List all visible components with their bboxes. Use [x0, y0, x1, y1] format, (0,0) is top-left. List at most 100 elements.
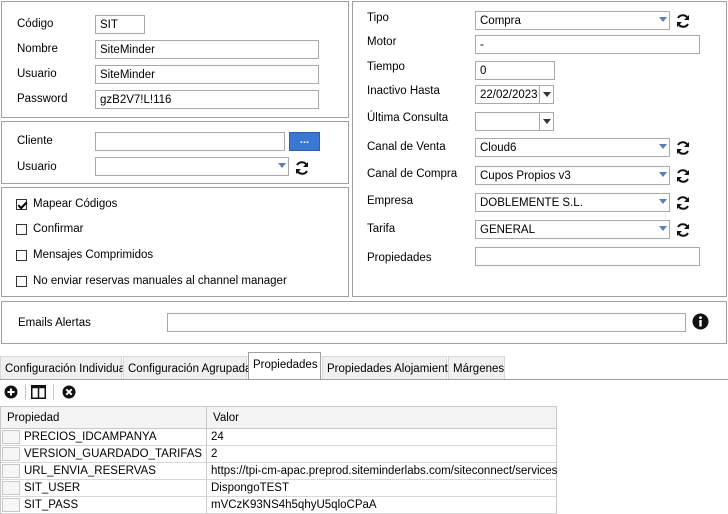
header-valor[interactable]: Valor: [213, 407, 239, 428]
table-row[interactable]: VERSION_GUARDADO_TARIFAS 2: [1, 446, 556, 463]
cell-valor[interactable]: 2: [211, 446, 217, 462]
emails-panel: Emails Alertas: [1, 301, 727, 344]
tipo-select[interactable]: Compra: [475, 11, 670, 30]
confirmar-checkbox[interactable]: [16, 224, 27, 235]
row-selector[interactable]: [2, 481, 20, 495]
codigo-label: Código: [17, 18, 54, 30]
chevron-down-icon: [659, 199, 667, 204]
tab-propiedades[interactable]: Propiedades: [248, 352, 321, 379]
header-propiedad[interactable]: Propiedad: [7, 407, 59, 428]
table-row[interactable]: SIT_USER DispongoTEST: [1, 480, 556, 497]
cliente-field[interactable]: [95, 132, 285, 151]
mensajes-checkbox[interactable]: [16, 250, 27, 261]
row-selector[interactable]: [2, 464, 20, 478]
codigo-field[interactable]: SIT: [95, 15, 145, 34]
account-panel: Código SIT Nombre SiteMinder Usuario Sit…: [1, 1, 349, 118]
cell-propiedad[interactable]: URL_ENVIA_RESERVAS: [24, 463, 156, 479]
cell-propiedad[interactable]: PRECIOS_IDCAMPANYA: [24, 429, 157, 445]
row-selector[interactable]: [2, 430, 20, 444]
mensajes-label: Mensajes Comprimidos: [33, 249, 154, 261]
mapear-label: Mapear Códigos: [33, 198, 118, 210]
cell-valor[interactable]: 24: [211, 429, 224, 445]
tab-propiedades-alojamiento[interactable]: Propiedades Alojamiento: [322, 356, 454, 379]
canal-venta-label: Canal de Venta: [367, 141, 446, 153]
row-selector[interactable]: [2, 498, 20, 512]
client-usuario-select[interactable]: [95, 157, 289, 176]
cell-divider: [206, 463, 207, 479]
chevron-down-icon: [278, 163, 286, 168]
canal-compra-label: Canal de Compra: [367, 168, 458, 180]
confirmar-label: Confirmar: [33, 223, 84, 235]
mapear-checkbox[interactable]: [16, 199, 27, 210]
ultima-date-picker[interactable]: [475, 112, 554, 131]
no-enviar-checkbox[interactable]: [16, 276, 27, 287]
propiedades-label: Propiedades: [367, 252, 432, 264]
canal-venta-value: Cloud6: [480, 142, 517, 154]
refresh-canal-venta-icon[interactable]: [675, 140, 691, 156]
info-icon[interactable]: [692, 313, 709, 330]
motor-field[interactable]: -: [475, 35, 700, 54]
canal-compra-select[interactable]: Cupos Propios v3: [475, 166, 670, 185]
table-row[interactable]: URL_ENVIA_RESERVAS https://tpi-cm-apac.pr…: [1, 463, 557, 480]
usuario-field[interactable]: SiteMinder: [95, 65, 319, 84]
cell-propiedad[interactable]: VERSION_GUARDADO_TARIFAS: [24, 446, 202, 462]
nombre-label: Nombre: [17, 43, 58, 55]
cell-propiedad[interactable]: SIT_PASS: [24, 497, 78, 513]
properties-grid: Propiedad Valor PRECIOS_IDCAMPANYA 24 VERS…: [0, 406, 557, 514]
propiedades-field[interactable]: [475, 247, 700, 266]
tarifa-select[interactable]: GENERAL: [475, 220, 670, 239]
settings-panel: Tipo Compra Motor - Tiempo 0 Inactivo Ha…: [352, 1, 727, 297]
cliente-label: Cliente: [17, 135, 53, 147]
cell-divider: [206, 497, 207, 513]
client-usuario-label: Usuario: [17, 161, 57, 173]
cell-divider: [206, 480, 207, 496]
row-selector[interactable]: [2, 447, 20, 461]
grid-header: Propiedad Valor: [1, 407, 556, 429]
calendar-dropdown-icon[interactable]: [539, 86, 553, 103]
refresh-tipo-icon[interactable]: [675, 13, 691, 29]
delete-icon[interactable]: [62, 385, 76, 399]
nombre-field[interactable]: SiteMinder: [95, 40, 319, 59]
emails-field[interactable]: [167, 313, 686, 332]
inactivo-label: Inactivo Hasta: [367, 85, 440, 97]
canal-compra-value: Cupos Propios v3: [480, 170, 571, 182]
empresa-label: Empresa: [367, 195, 414, 207]
tab-configuracion-agrupada[interactable]: Configuración Agrupada: [123, 356, 251, 379]
options-panel: Mapear Códigos Confirmar Mensajes Compri…: [1, 187, 349, 297]
tipo-label: Tipo: [367, 12, 389, 24]
motor-label: Motor: [367, 36, 397, 48]
toolbar-separator: [25, 384, 26, 400]
refresh-tarifa-icon[interactable]: [675, 222, 691, 238]
browse-cliente-button[interactable]: ...: [289, 132, 320, 151]
refresh-canal-compra-icon[interactable]: [675, 168, 691, 184]
columns-icon[interactable]: [31, 385, 46, 399]
header-divider: [206, 407, 207, 428]
inactivo-date-picker[interactable]: 22/02/2023: [475, 85, 554, 104]
tipo-value: Compra: [480, 15, 521, 27]
inactivo-value: 22/02/2023: [480, 89, 538, 101]
password-field[interactable]: gzB2V7!L!116: [95, 90, 319, 109]
canal-venta-select[interactable]: Cloud6: [475, 138, 670, 157]
cell-valor[interactable]: mVCzK93NS4h5qhyU5qloCPaA: [211, 497, 377, 513]
password-label: Password: [17, 93, 68, 105]
empresa-select[interactable]: DOBLEMENTE S.L.: [475, 193, 670, 212]
tab-strip: Configuración Individual Configuración A…: [0, 352, 728, 379]
toolbar-separator: [53, 384, 54, 400]
tarifa-label: Tarifa: [367, 223, 396, 235]
tiempo-field[interactable]: 0: [475, 61, 555, 80]
tiempo-label: Tiempo: [367, 61, 405, 73]
cell-valor[interactable]: DispongoTEST: [211, 480, 289, 496]
cell-propiedad[interactable]: SIT_USER: [24, 480, 80, 496]
refresh-icon[interactable]: [294, 160, 310, 176]
usuario-label: Usuario: [17, 68, 57, 80]
calendar-dropdown-icon[interactable]: [539, 113, 553, 130]
table-row[interactable]: PRECIOS_IDCAMPANYA 24: [1, 429, 556, 446]
grid-body: PRECIOS_IDCAMPANYA 24 VERSION_GUARDADO_TAR…: [1, 429, 557, 514]
chevron-down-icon: [659, 226, 667, 231]
table-row[interactable]: SIT_PASS mVCzK93NS4h5qhyU5qloCPaA: [1, 497, 556, 514]
tab-margenes[interactable]: Márgenes: [448, 356, 505, 379]
refresh-empresa-icon[interactable]: [675, 195, 691, 211]
tab-configuracion-individual[interactable]: Configuración Individual: [0, 356, 128, 379]
cell-valor[interactable]: https://tpi-cm-apac.preprod.siteminderla…: [211, 463, 557, 479]
add-icon[interactable]: [4, 385, 18, 399]
